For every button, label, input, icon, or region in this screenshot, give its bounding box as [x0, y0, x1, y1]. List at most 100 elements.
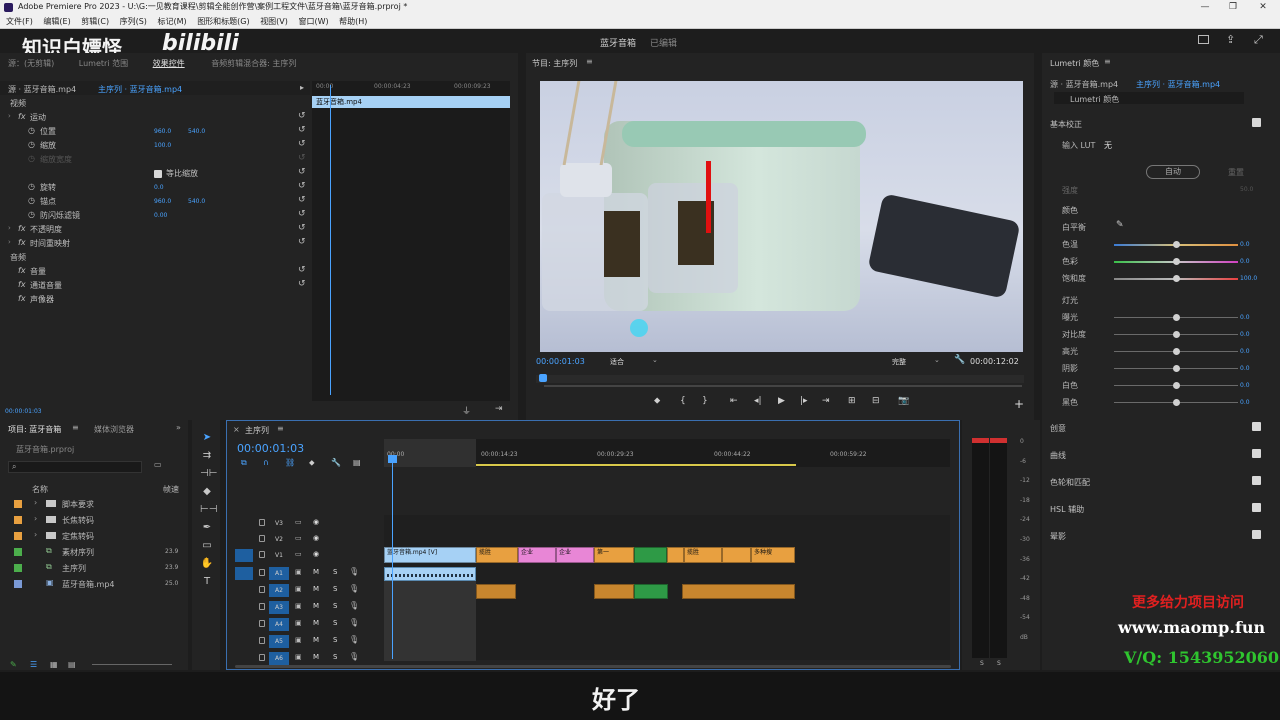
track-target-toggle[interactable] — [235, 517, 253, 530]
light-slider-knob[interactable] — [1173, 382, 1180, 389]
track-label[interactable]: V2 — [269, 533, 289, 546]
lumetri-section-checkbox[interactable] — [1252, 503, 1261, 512]
lock-icon[interactable] — [259, 586, 265, 593]
lumetri-section-heading[interactable]: 晕影 — [1050, 531, 1066, 542]
lock-icon[interactable] — [259, 654, 265, 661]
go-to-in-icon[interactable]: ⇤ — [730, 396, 738, 406]
intensity-value[interactable]: 50.0 — [1240, 186, 1253, 193]
track-target-toggle[interactable] — [235, 601, 253, 614]
stopwatch-icon[interactable]: ◷ — [28, 126, 35, 135]
track-label[interactable]: A6 — [269, 652, 289, 665]
auto-button[interactable]: 自动 — [1146, 165, 1200, 179]
mic-icon[interactable]: 🎙 — [349, 584, 359, 593]
reset-icon[interactable]: ↺ — [298, 139, 306, 149]
razor-icon[interactable]: ◆ — [200, 486, 214, 500]
fx-icon[interactable]: fx — [18, 224, 26, 233]
timeline-settings-icon[interactable]: 🔧 — [331, 458, 341, 467]
add-marker-icon[interactable]: ⬥ — [654, 396, 660, 406]
track-target-toggle[interactable] — [235, 618, 253, 631]
lock-icon[interactable] — [259, 620, 265, 627]
eye-icon[interactable]: ◉ — [313, 534, 319, 542]
pencil-icon[interactable]: ✎ — [10, 660, 17, 669]
program-timecode[interactable]: 00:00:01:03 — [536, 357, 585, 366]
expand-panels-icon[interactable]: » — [176, 423, 181, 432]
hand-icon[interactable]: ✋ — [200, 558, 214, 572]
label-color-swatch[interactable] — [14, 532, 22, 540]
v1-clip[interactable]: 第一 — [594, 547, 634, 563]
color-row-value[interactable]: 0.0 — [1240, 258, 1250, 265]
column-name[interactable]: 名称 — [32, 484, 48, 495]
stopwatch-icon[interactable]: ◷ — [28, 210, 35, 219]
color-row-value[interactable]: 0.0 — [1240, 241, 1250, 248]
solo-button[interactable]: S — [333, 653, 337, 661]
v1-clip[interactable]: 揽胜 — [476, 547, 518, 563]
label-color-swatch[interactable] — [14, 580, 22, 588]
solo-button[interactable]: S — [333, 585, 337, 593]
sequence-clip-label[interactable]: 主序列 · 蓝牙音箱.mp4 — [98, 84, 182, 95]
menu-file[interactable]: 文件(F) — [6, 17, 33, 26]
reset-icon[interactable]: ↺ — [298, 279, 306, 289]
captions-icon[interactable]: ▤ — [353, 458, 361, 467]
type-tool-icon[interactable]: T — [200, 576, 214, 590]
go-to-out-icon[interactable]: ⇥ — [822, 396, 830, 406]
mini-playhead[interactable] — [330, 85, 331, 395]
light-row-value[interactable]: 0.0 — [1240, 365, 1250, 372]
effect-value-2[interactable]: 540.0 — [188, 198, 205, 205]
list-view-icon[interactable]: ☰ — [30, 660, 37, 669]
snap-icon[interactable]: ∩ — [263, 458, 269, 467]
tab-effect-controls[interactable]: 效果控件 — [153, 59, 185, 68]
reset-icon[interactable]: ↺ — [298, 223, 306, 233]
fx-icon[interactable]: fx — [18, 294, 26, 303]
a2-clip[interactable] — [682, 584, 795, 599]
track-label[interactable]: A1 — [269, 567, 289, 580]
a1-clip[interactable] — [384, 567, 476, 581]
reset-icon[interactable]: ↺ — [298, 153, 306, 163]
track-target-toggle[interactable] — [235, 549, 253, 562]
playhead-head-icon[interactable] — [388, 455, 397, 463]
project-menu-icon[interactable]: ≡ — [72, 423, 79, 432]
video-frame[interactable] — [540, 81, 1023, 352]
mute-icon[interactable]: ▣ — [295, 568, 302, 576]
quality-chevron-icon[interactable]: ⌄ — [934, 356, 940, 364]
step-forward-icon[interactable]: |▸ — [800, 396, 808, 406]
basic-correction-checkbox[interactable] — [1252, 118, 1261, 127]
stopwatch-icon[interactable]: ◷ — [28, 140, 35, 149]
lut-select[interactable]: 无 — [1104, 140, 1112, 151]
lumetri-section-heading[interactable]: 创意 — [1050, 423, 1066, 434]
timeline-close-icon[interactable]: × — [233, 425, 240, 434]
v1-clip[interactable]: 揽胜 — [684, 547, 722, 563]
sync-lock-icon[interactable]: ▭ — [295, 534, 302, 542]
track-label[interactable]: A2 — [269, 584, 289, 597]
tab-source[interactable]: 源：(无剪辑) — [8, 59, 54, 68]
timeline-tab[interactable]: 主序列 — [245, 425, 269, 436]
v1-clip[interactable]: 企业 — [556, 547, 594, 563]
in-out-range-bar[interactable] — [476, 464, 796, 466]
slip-icon[interactable]: ⊢⊣ — [200, 504, 217, 518]
menu-help[interactable]: 帮助(H) — [339, 17, 367, 26]
lumetri-target[interactable]: 主序列 · 蓝牙音箱.mp4 — [1136, 79, 1220, 90]
expand-arrow-icon[interactable]: › — [34, 514, 37, 523]
timeline-playhead[interactable] — [388, 455, 397, 659]
timeline-menu-icon[interactable]: ≡ — [277, 424, 284, 433]
linked-selection-icon[interactable]: ⛓ — [285, 458, 295, 467]
a2-clip[interactable] — [594, 584, 634, 599]
program-zoom-bar[interactable] — [544, 385, 1022, 387]
lumetri-section-heading[interactable]: 色轮和匹配 — [1050, 477, 1090, 488]
color-slider-knob[interactable] — [1173, 258, 1180, 265]
color-slider-knob[interactable] — [1173, 241, 1180, 248]
project-search-input[interactable]: ⌕ — [8, 461, 142, 473]
expand-arrow-icon[interactable]: › — [34, 530, 37, 539]
effect-mini-timeline[interactable]: 00:00 00:00:04:23 00:00:09:23 蓝牙音箱.mp4 — [312, 81, 510, 401]
light-row-value[interactable]: 0.0 — [1240, 348, 1250, 355]
rectangle-icon[interactable]: ▭ — [200, 540, 214, 554]
stopwatch-icon[interactable]: ◷ — [28, 196, 35, 205]
expand-arrow-icon[interactable]: › — [8, 238, 11, 246]
reset-icon[interactable]: ↺ — [298, 265, 306, 275]
track-label[interactable]: A3 — [269, 601, 289, 614]
fx-icon[interactable]: fx — [18, 266, 26, 275]
light-row-value[interactable]: 0.0 — [1240, 399, 1250, 406]
lock-icon[interactable] — [259, 637, 265, 644]
label-color-swatch[interactable] — [14, 548, 22, 556]
restore-icon[interactable]: ❐ — [1218, 0, 1248, 14]
expand-arrow-icon[interactable]: › — [8, 112, 11, 120]
